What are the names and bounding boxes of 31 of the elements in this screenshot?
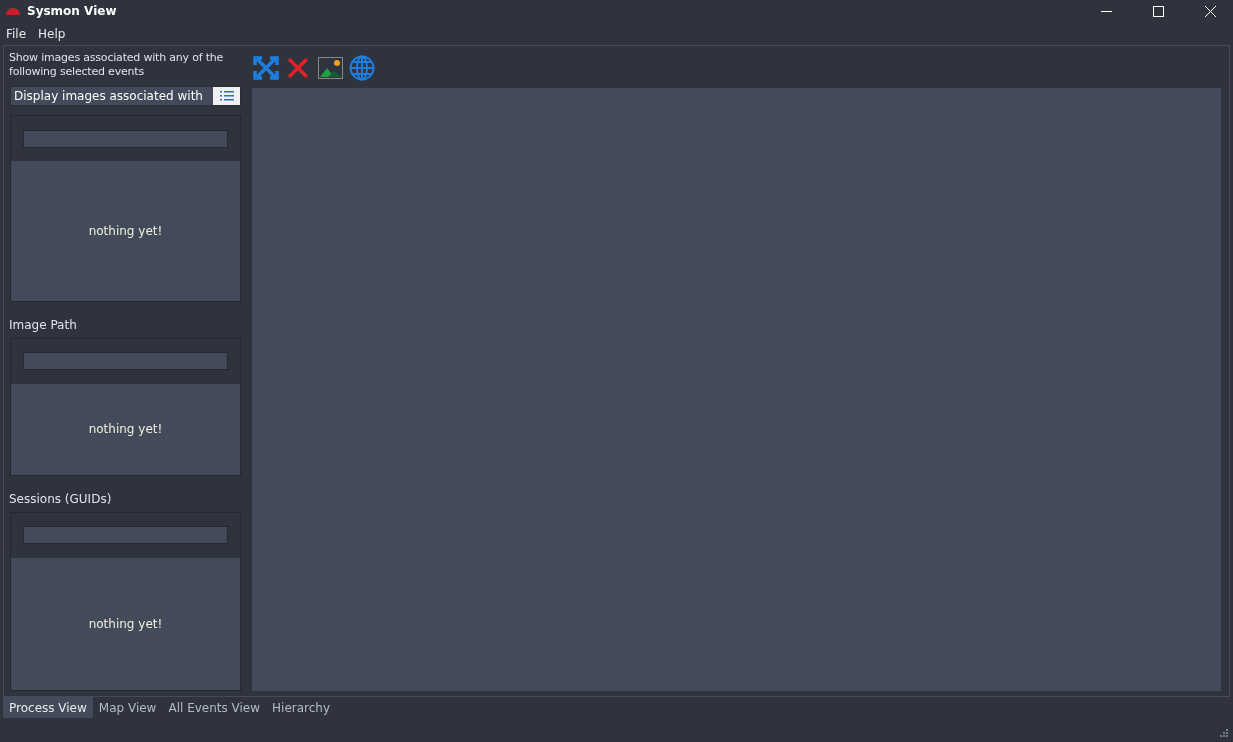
filter-dropdown[interactable]: Display images associated with — [10, 86, 241, 106]
maximize-icon — [1152, 5, 1164, 17]
globe-icon — [349, 55, 375, 81]
search-field[interactable] — [23, 352, 228, 371]
expand-arrows-icon — [253, 56, 279, 80]
empty-message: nothing yet! — [88, 223, 163, 238]
list-button[interactable] — [213, 87, 240, 105]
menu-item[interactable]: File — [0, 26, 33, 41]
image-button[interactable] — [316, 54, 344, 82]
resize-grip-icon — [1220, 729, 1229, 738]
close-icon — [1204, 5, 1216, 17]
list-icon — [219, 91, 234, 101]
search-field[interactable] — [23, 129, 228, 148]
empty-message: nothing yet! — [88, 616, 163, 631]
view-tab[interactable]: Process View — [3, 697, 93, 718]
menu-item[interactable]: Help — [32, 26, 72, 41]
app-logo-icon — [5, 6, 21, 16]
window-title: Sysmon View — [27, 4, 118, 18]
search-field[interactable] — [23, 526, 228, 545]
close-icon — [287, 57, 309, 79]
view-tab[interactable]: Map View — [92, 697, 163, 718]
view-tab[interactable]: All Events View — [162, 697, 267, 718]
image-icon — [317, 57, 343, 79]
empty-message: nothing yet! — [88, 422, 163, 437]
globe-button[interactable] — [348, 54, 376, 82]
section-label: Image Path — [9, 317, 78, 332]
view-tab[interactable]: Hierarchy — [266, 697, 337, 718]
expand-button[interactable] — [252, 54, 280, 82]
minimize-icon — [1100, 10, 1112, 12]
description-text: Show images associated with any of the following selected events — [9, 51, 225, 79]
section-label: Sessions (GUIDs) — [9, 491, 113, 506]
